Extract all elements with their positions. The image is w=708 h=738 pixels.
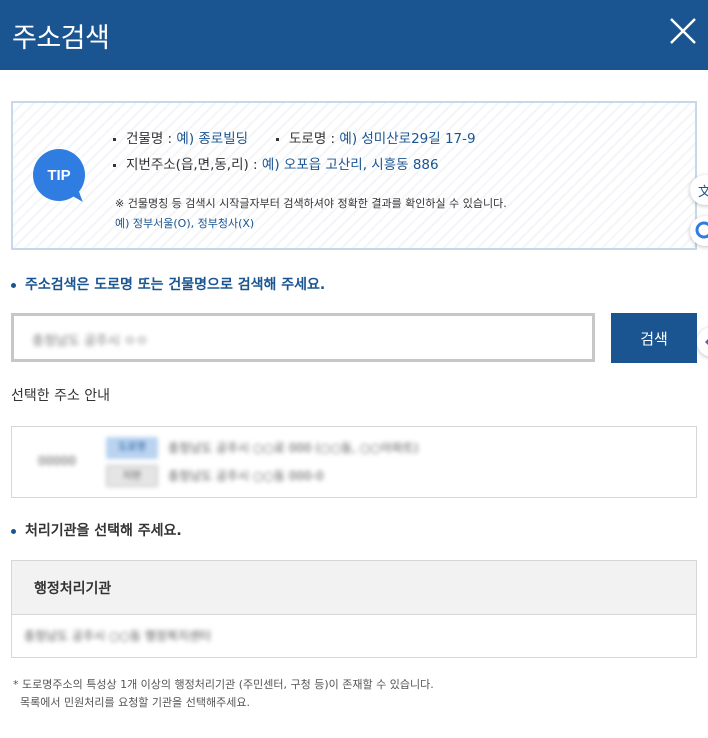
close-button[interactable] <box>668 14 698 48</box>
tip-note: ※ 건물명칭 등 검색시 시작글자부터 검색하셔야 정확한 결과를 확인하실 수… <box>115 197 507 210</box>
jibun-tag: 지번 <box>106 465 158 487</box>
tip-box: TIP 건물명 : 예) 종로빌딩 도로명 : 예) 성미산로29길 17-9 … <box>11 101 697 250</box>
sparkle-widget-button[interactable] <box>697 327 708 357</box>
jibun-address: 충청남도 공주시 ○○동 000-0 <box>168 469 324 483</box>
search-button[interactable]: 검색 <box>611 313 697 363</box>
bullet-icon <box>11 528 16 534</box>
tip-road-example: 도로명 : 예) 성미산로29길 17-9 <box>276 127 476 147</box>
org-table: 행정처리기관 충청남도 공주시 ○○동 행정복지센터 <box>11 560 697 658</box>
zip-code: 00000 <box>38 454 77 468</box>
bullet-icon <box>113 163 116 167</box>
modal-header: 주소검색 <box>0 0 708 70</box>
translate-icon: 文 <box>698 185 708 200</box>
close-icon <box>670 18 696 44</box>
bullet-icon <box>276 137 279 141</box>
search-guide: 주소검색은 도로명 또는 건물명으로 검색해 주세요. <box>11 274 325 294</box>
tip-jibun-example: 지번주소(읍,면,동,리) : 예) 오포읍 고산리, 시흥동 886 <box>113 153 439 173</box>
bullet-icon <box>113 137 116 141</box>
footnote-line1: * 도로명주소의 특성상 1개 이상의 행정처리기관 (주민센터, 구청 등)이… <box>13 678 434 691</box>
modal-title: 주소검색 <box>12 23 110 54</box>
search-input-value: 충청남도 공주시 ㅇㅇ <box>32 334 148 349</box>
bullet-icon <box>11 282 16 288</box>
org-table-header: 행정처리기관 <box>12 561 696 615</box>
tip-building-example: 건물명 : 예) 종로빌딩 <box>113 127 248 147</box>
footnote-line2: 목록에서 민원처리를 요청할 기관을 선택해주세요. <box>20 696 251 709</box>
org-guide: 처리기관을 선택해 주세요. <box>11 520 182 540</box>
tip-note-example: 예) 정부서울(O), 정부청사(X) <box>115 217 255 230</box>
road-address: 충청남도 공주시 ○○로 000 (○○동, ○○아파트) <box>168 441 419 455</box>
selected-address-box: 00000 도로명 지번 충청남도 공주시 ○○로 000 (○○동, ○○아파… <box>11 426 697 498</box>
sparkle-icon <box>705 339 708 345</box>
road-tag: 도로명 <box>106 437 158 459</box>
org-table-row[interactable]: 충청남도 공주시 ○○동 행정복지센터 <box>12 616 696 657</box>
selected-address-label: 선택한 주소 안내 <box>11 388 111 404</box>
tip-badge: TIP <box>33 149 85 201</box>
